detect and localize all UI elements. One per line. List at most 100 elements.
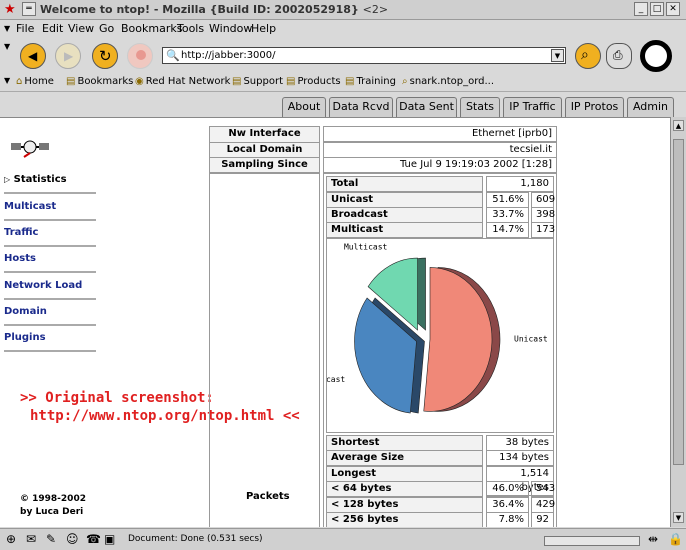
sidebar-item-hosts[interactable]: Hosts <box>4 249 96 273</box>
bookmark-redhat[interactable]: ◉ Red Hat Network <box>135 76 230 87</box>
tab-data-rcvd[interactable]: Data Rcvd <box>329 97 393 117</box>
forward-arrow-icon: ▶ <box>64 49 74 63</box>
size-value: 543 <box>531 481 555 497</box>
copyright-text: © 1998-2002 by Luca Deri <box>20 494 86 517</box>
traffic-label: Total <box>326 176 483 192</box>
bookmarks-grip-icon[interactable]: ▼ <box>4 76 10 85</box>
mail-icon[interactable]: ✉ <box>26 532 36 546</box>
toolbar-grip-icon[interactable]: ▼ <box>4 42 10 51</box>
tab-admin[interactable]: Admin <box>627 97 674 117</box>
pie-slice-label: Broadcast <box>327 375 345 384</box>
menu-edit[interactable]: Edit <box>42 22 63 35</box>
ntop-sidebar: ▷ Statistics Multicast Traffic Hosts Net… <box>0 118 100 527</box>
info-icon[interactable]: ▣ <box>104 532 115 546</box>
forward-button[interactable]: ▶ <box>55 43 81 69</box>
status-text: Document: Done (0.531 secs) <box>128 534 263 544</box>
menu-file[interactable]: File <box>16 22 34 35</box>
online-status-icon[interactable]: ⇹ <box>648 532 658 546</box>
menubar-grip-icon[interactable]: ▼ <box>4 24 10 33</box>
scroll-up-icon[interactable]: ▲ <box>673 120 684 131</box>
menu-tools[interactable]: Tools <box>177 22 204 35</box>
size-value: 429 <box>531 497 555 513</box>
info-value: tecsiel.it <box>323 142 557 158</box>
sidebar-item-plugins[interactable]: Plugins <box>4 328 96 352</box>
progress-bar <box>544 536 640 546</box>
scrollbar-thumb[interactable] <box>673 139 684 465</box>
size-label: Average Size <box>326 450 483 466</box>
sidebar-item-traffic[interactable]: Traffic <box>4 223 96 247</box>
print-button[interactable]: ⎙ <box>606 43 632 69</box>
sidebar-item-statistics[interactable]: ▷ Statistics <box>4 170 96 194</box>
bookmark-support[interactable]: ▤ Support <box>232 76 283 87</box>
tab-stats[interactable]: Stats <box>460 97 500 117</box>
bookmark-icon: ⌕ <box>402 76 408 87</box>
traffic-pie-chart: Unicast Broadcast Multicast <box>302 243 548 414</box>
vertical-scrollbar[interactable]: ▲ ▼ <box>670 117 686 527</box>
menu-view[interactable]: View <box>68 22 94 35</box>
traffic-pct: 14.7% <box>486 222 529 238</box>
minimize-button[interactable]: _ <box>634 2 648 16</box>
size-value: 38 bytes <box>486 435 554 451</box>
reload-button[interactable]: ↻ <box>92 43 118 69</box>
maximize-button[interactable]: □ <box>650 2 664 16</box>
scroll-down-icon[interactable]: ▼ <box>673 512 684 523</box>
address-book-icon[interactable]: ☎ <box>86 532 101 546</box>
bookmark-folder-icon: ▤ <box>66 76 76 87</box>
size-value: 92 <box>531 512 554 527</box>
window-shade-button[interactable]: ═ <box>22 2 36 16</box>
search-icon: ⌕ <box>581 47 589 63</box>
stop-button[interactable] <box>127 43 153 69</box>
back-arrow-icon: ◀ <box>28 49 38 63</box>
size-pct: 7.8% <box>486 512 529 527</box>
traffic-value: 173 <box>531 222 555 238</box>
bookmark-products[interactable]: ▤ Products <box>286 76 341 87</box>
traffic-pct: 51.6% <box>486 192 529 208</box>
status-bar: ⊕ ✉ ✎ ☺ ☎ ▣ Document: Done (0.531 secs) … <box>0 528 686 550</box>
navigator-icon[interactable]: ⊕ <box>6 532 16 546</box>
tab-ip-protos[interactable]: IP Protos <box>565 97 624 117</box>
mozilla-throbber-icon[interactable] <box>640 40 672 72</box>
close-button[interactable]: ✕ <box>666 2 680 16</box>
sidebar-item-multicast[interactable]: Multicast <box>4 197 96 221</box>
back-button[interactable]: ◀ <box>20 43 46 69</box>
bookmark-snark[interactable]: ⌕ snark.ntop_ord... <box>402 76 494 87</box>
window-titlebar: ★ ═ Welcome to ntop! - Mozilla {Build ID… <box>0 0 686 20</box>
tab-about[interactable]: About <box>282 97 326 117</box>
menu-bookmarks[interactable]: Bookmarks <box>121 22 182 35</box>
url-input[interactable]: 🔍 http://jabber:3000/ ▼ <box>162 47 566 64</box>
print-icon: ⎙ <box>613 48 623 62</box>
bookmark-folder-icon: ▤ <box>345 76 355 87</box>
bookmark-icon: ◉ <box>135 76 144 87</box>
tab-ip-traffic[interactable]: IP Traffic <box>503 97 562 117</box>
info-value: Tue Jul 9 19:19:03 2002 [1:28] <box>323 157 557 173</box>
menu-help[interactable]: Help <box>251 22 276 35</box>
sidebar-item-network-load[interactable]: Network Load <box>4 276 96 300</box>
bookmark-home[interactable]: ⌂ Home <box>16 76 54 87</box>
info-value: Ethernet [iprb0] <box>323 126 557 142</box>
tab-data-sent[interactable]: Data Sent <box>396 97 457 117</box>
bookmarks-toolbar: ▼ ⌂ Home ▤ Bookmarks ◉ Red Hat Network ▤ Sup… <box>0 72 686 92</box>
chat-icon[interactable]: ☺ <box>66 532 79 546</box>
bookmark-training[interactable]: ▤ Training <box>345 76 396 87</box>
bookmark-bookmarks[interactable]: ▤ Bookmarks <box>66 76 133 87</box>
pie-chart-frame: Unicast Broadcast Multicast <box>302 238 554 433</box>
menu-window[interactable]: Window <box>209 22 252 35</box>
url-history-dropdown[interactable]: ▼ <box>551 49 564 62</box>
menu-go[interactable]: Go <box>99 22 114 35</box>
search-button[interactable]: ⌕ <box>575 43 601 69</box>
pie-slice-label: Multicast <box>344 243 388 252</box>
menu-bar: ▼ File Edit View Go Bookmarks Tools Wind… <box>0 20 686 38</box>
page-proxy-icon[interactable]: 🔍 <box>166 49 180 62</box>
traffic-label: Broadcast <box>326 207 483 223</box>
window-menu-icon[interactable]: ★ <box>4 2 16 17</box>
traffic-value: 1,180 <box>486 176 554 192</box>
composer-icon[interactable]: ✎ <box>46 532 56 546</box>
sidebar-item-domain[interactable]: Domain <box>4 302 96 326</box>
traffic-pct: 33.7% <box>486 207 529 223</box>
page-content: ▷ Statistics Multicast Traffic Hosts Net… <box>0 117 670 527</box>
stop-icon <box>136 50 146 60</box>
traffic-label: Unicast <box>326 192 483 208</box>
home-icon: ⌂ <box>16 76 23 87</box>
size-label: < 256 bytes <box>326 512 483 527</box>
info-label: Sampling Since <box>209 157 320 173</box>
